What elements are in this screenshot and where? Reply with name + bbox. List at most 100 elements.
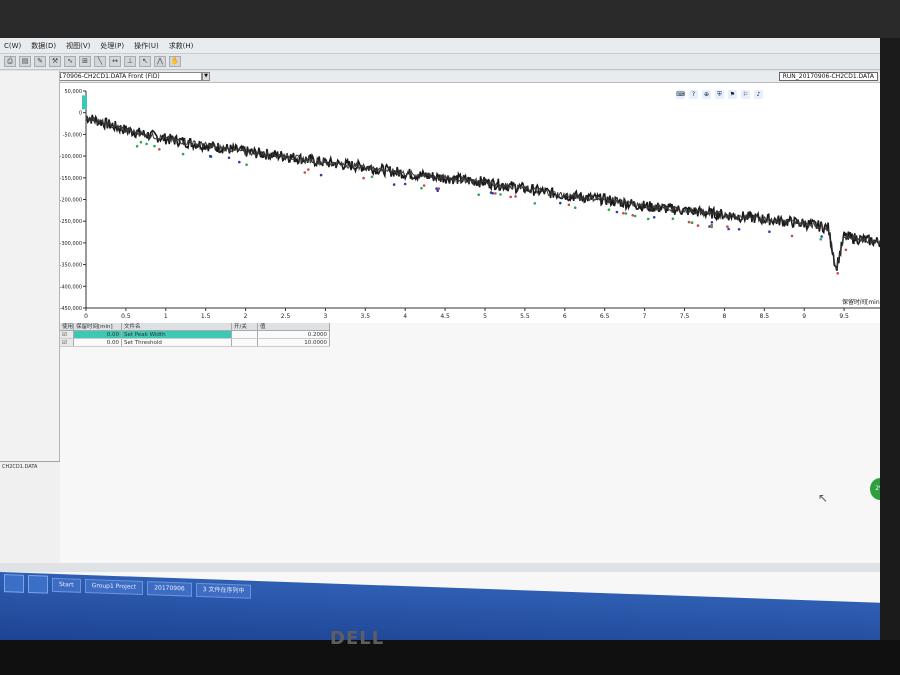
edit-icon[interactable]: ✎ [34,56,46,67]
monitor-bezel-bottom [0,640,900,675]
peak-marker [710,225,714,229]
peak-marker [303,171,307,174]
toolbar: ⎙ ▤ ✎ ⚒ ∿ ⊞ ╲ ↔ ⊥ ↖ ⋀ ✋ [0,54,880,70]
peak-marker [509,195,512,199]
x-tick-label: 9 [802,313,806,320]
security-icon[interactable]: ⚑ [728,90,737,99]
peak-marker [622,211,625,215]
peak-marker [477,193,481,196]
y-tick-label: -50,000 [63,132,82,138]
row-onoff[interactable] [232,331,258,338]
shield-icon[interactable]: ⛨ [715,90,724,99]
menu-item-c[interactable]: C(W) [4,42,21,50]
peak-marker [145,142,148,146]
peak-marker [491,192,495,195]
peak-icon[interactable]: ⋀ [154,56,166,67]
row-checkbox[interactable]: ☑ [60,339,74,346]
signal-trace-overlay [85,115,880,271]
start-button[interactable] [4,574,24,593]
menu-item-data[interactable]: 数据(D) [31,41,56,51]
pointer-icon[interactable]: ↖ [139,56,151,67]
row-time: 0.00 [74,339,122,346]
open-icon[interactable]: ▤ [19,56,31,67]
peak-marker [710,221,714,224]
y-tick-label: -100,000 [60,154,82,160]
integrate-icon[interactable]: ⊞ [79,56,91,67]
x-tick-label: 8 [722,313,726,320]
data-header: RUN_20170906-CH2CD1.DATA Front (FID) ▼ R… [30,71,880,83]
x-tick-label: 0 [84,313,88,320]
peak-marker [436,189,440,193]
keyboard-icon[interactable]: ⌨ [676,90,685,99]
header-onoff: 开/关 [232,323,258,330]
menu-item-view[interactable]: 视图(V) [66,41,90,51]
help-icon[interactable]: ? [689,90,698,99]
hand-icon[interactable]: ✋ [169,56,181,67]
row-value[interactable]: 0.2000 [258,331,330,338]
taskbar-item-date[interactable]: 20170906 [147,581,192,597]
table-header-row: 使用 保留时间[min] 文件名 开/关 值 [60,323,330,331]
peak-marker [392,183,396,186]
x-tick-label: 4 [403,313,407,320]
clock[interactable]: 12:37 2017/9/6 [812,88,868,106]
y-tick-label: 50,000 [65,89,83,95]
system-tray: ⌨ ? ⊕ ⛨ ⚑ ⚐ ♪ [676,90,763,99]
y-tick-label: -200,000 [60,198,82,204]
peak-marker [362,176,365,180]
speaker-icon[interactable]: ♪ [754,90,763,99]
peak-marker [227,156,231,160]
right-title: RUN_20170906-CH2CD1.DATA [778,72,878,81]
peak-marker [209,155,213,158]
mouse-cursor-icon: ↖ [818,491,829,505]
menu-item-process[interactable]: 处理(P) [100,41,124,51]
peak-marker [238,160,241,164]
header-retention-time: 保留时间[min] [74,323,122,330]
x-tick-label: 1 [164,313,168,320]
screen: C(W) 数据(D) 视图(V) 处理(P) 操作(U) 求救(H) ⎙ ▤ ✎… [0,38,880,650]
peak-marker [307,168,310,171]
taskbar-item-project[interactable]: Group1 Project [84,578,144,596]
y-tick-label: -150,000 [60,176,82,182]
arrow-icon[interactable]: ↔ [109,56,121,67]
tool-icon[interactable]: ⚒ [49,56,61,67]
network-icon[interactable]: ⊕ [702,90,711,99]
taskbar-item-sequence[interactable]: 3 文件在序列中 [195,582,252,599]
x-tick-label: 7.5 [680,313,690,320]
x-tick-label: 3 [323,313,327,320]
header-use: 使用 [62,323,74,330]
menu-item-operate[interactable]: 操作(U) [134,41,159,51]
x-tick-label: 0.5 [121,313,131,320]
clock-time: 12:37 [829,88,851,96]
chart-icon[interactable]: ∿ [64,56,76,67]
y-tick-label: -350,000 [60,263,82,269]
window-switch-button[interactable] [28,574,48,594]
x-axis-label: 保留时间[min] [842,298,880,306]
peak-marker [499,193,502,196]
x-tick-label: 2 [244,313,248,320]
chart-svg: 0 0.5 1 1.5 2 2.5 3 3.5 4 4.5 5 5.5 6 6.5 7 7.5 8 8.5 9 9.5… [60,89,880,320]
peak-marker [573,206,577,209]
signal-trace [85,114,880,271]
print-icon[interactable]: ⎙ [4,56,16,67]
menu-item-help[interactable]: 求救(H) [169,41,194,51]
taskbar-items: Start Group1 Project 20170906 3 文件在序列中 [52,577,252,599]
table-row[interactable]: ☑ 0.00 Set Threshold 10.0000 [60,339,330,347]
taskbar-item-start[interactable]: Start [52,577,81,593]
peak-marker [726,225,729,228]
dropdown-arrow-icon[interactable]: ▼ [202,72,210,81]
flag-icon[interactable]: ⚐ [741,90,750,99]
table-row[interactable]: ☑ 0.00 Set Peak Width 0.2000 [60,331,330,339]
row-value[interactable]: 10.0000 [258,339,330,346]
row-checkbox[interactable]: ☑ [60,331,74,338]
x-tick-label: 5 [483,313,487,320]
peak-marker [696,224,700,227]
line-icon[interactable]: ╲ [94,56,106,67]
split-icon[interactable]: ⊥ [124,56,136,67]
peak-marker [844,248,848,252]
peak-marker [671,217,675,220]
row-onoff[interactable] [232,339,258,346]
peak-marker [437,187,441,190]
start-marker [82,95,87,110]
peak-marker [319,173,323,177]
peak-marker [646,217,650,221]
